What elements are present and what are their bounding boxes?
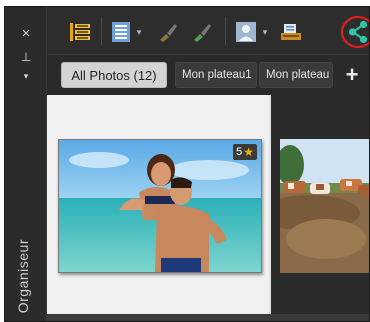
scanner-icon[interactable] [277, 19, 305, 45]
tab-all-photos[interactable]: All Photos (12) [61, 62, 167, 88]
rating-badge: 5 ★ [233, 144, 257, 160]
photo-thumbnail-beach[interactable]: 5 ★ [58, 139, 262, 273]
person-icon[interactable] [233, 19, 259, 45]
panel-menu-chevron-icon[interactable]: ▾ [5, 71, 47, 82]
add-tab-button[interactable]: + [340, 62, 364, 88]
tab-mon-plateau[interactable]: Mon plateau [259, 62, 333, 88]
pin-icon[interactable]: ⊥ [5, 50, 47, 64]
photo-thumbnail-cows[interactable] [280, 139, 369, 273]
organiser-vertical-label: Organiseur [15, 238, 31, 313]
toolbar: ▾ ▾ [47, 7, 369, 55]
star-icon: ★ [243, 145, 254, 159]
person-dropdown-icon[interactable]: ▾ [259, 19, 271, 45]
rating-value: 5 [236, 146, 243, 158]
album-tabs: All Photos (12) Mon plateau1 Mon plateau… [47, 55, 369, 95]
tab-mon-plateau1[interactable]: Mon plateau1 [175, 62, 257, 88]
list-view-dropdown-icon[interactable]: ▾ [133, 19, 145, 45]
layout-panels-icon[interactable] [67, 19, 93, 45]
photo-grid: 5 ★ [47, 95, 369, 321]
horizontal-scrollbar[interactable] [47, 314, 369, 321]
list-view-icon[interactable] [109, 19, 133, 45]
side-panel: × ⊥ ▾ Organiseur [5, 7, 47, 321]
brush-icon[interactable] [155, 19, 181, 45]
organizer-window: × ⊥ ▾ Organiseur ▾ ▾ All Photos (12) Mon… [4, 6, 370, 322]
close-icon[interactable]: × [5, 25, 47, 42]
brush-alt-icon[interactable] [189, 19, 215, 45]
share-icon[interactable] [339, 14, 369, 50]
